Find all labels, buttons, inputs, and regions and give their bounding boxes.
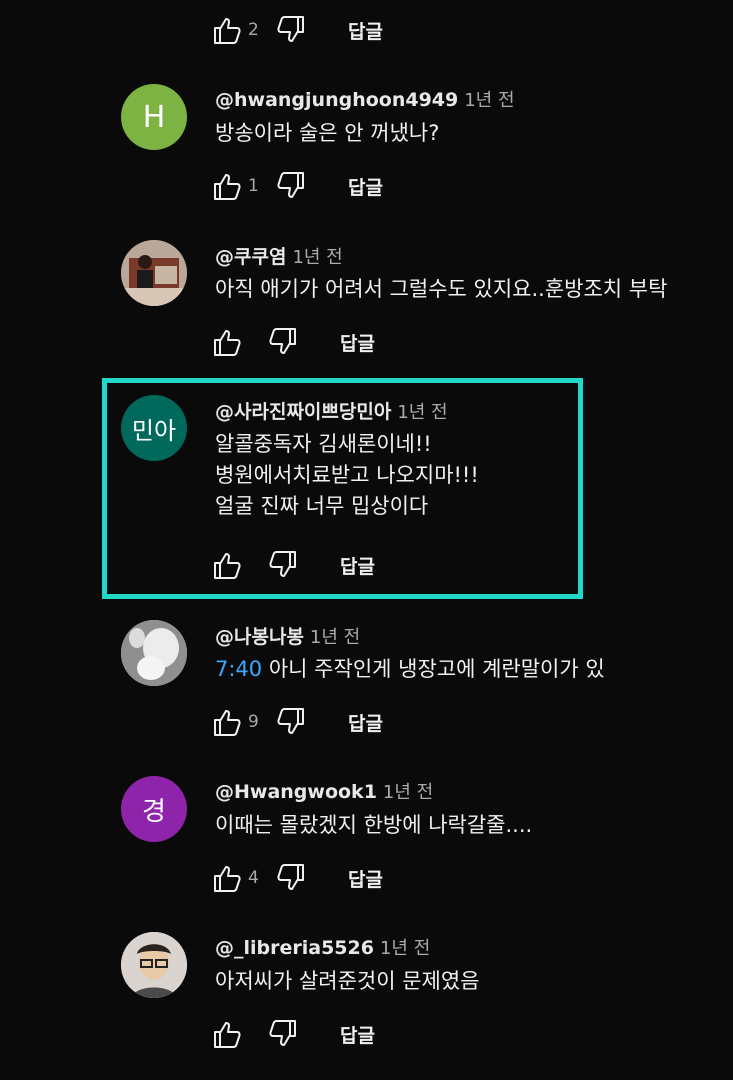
thumbs-down-icon[interactable] — [266, 326, 298, 358]
comment-text: 7:40 아니 주작인게 냉장고에 계란말이가 있 — [215, 654, 645, 685]
thumbs-up-icon[interactable] — [212, 706, 244, 738]
comment-actions: 답글 — [212, 549, 375, 581]
reply-button[interactable]: 답글 — [340, 1021, 375, 1048]
comment-actions: 답글 — [212, 326, 375, 358]
thumbs-down-icon[interactable] — [274, 706, 306, 738]
avatar[interactable] — [121, 240, 187, 306]
comment-line: 얼굴 진짜 너무 밉상이다 — [215, 494, 429, 518]
comment-actions: 1 답글 — [212, 170, 383, 202]
reply-button[interactable]: 답글 — [348, 17, 383, 44]
comment-actions: 9 답글 — [212, 706, 383, 738]
avatar[interactable]: H — [121, 84, 187, 150]
avatar[interactable] — [121, 932, 187, 998]
thumbs-up-icon[interactable] — [212, 326, 244, 358]
thumbs-up-icon[interactable] — [212, 862, 244, 894]
thumbs-up-icon[interactable] — [212, 170, 244, 202]
comment-actions: 답글 — [212, 1018, 375, 1050]
comment-time[interactable]: 1년 전 — [464, 90, 514, 111]
thumbs-down-icon[interactable] — [274, 170, 306, 202]
avatar[interactable]: 민아 — [121, 395, 187, 461]
avatar-initial: H — [142, 99, 166, 135]
avatar[interactable] — [121, 620, 187, 686]
thumbs-up-icon[interactable] — [212, 1018, 244, 1050]
comment-actions: 2 답글 — [212, 14, 383, 46]
reply-button[interactable]: 답글 — [348, 709, 383, 736]
like-count: 9 — [248, 712, 259, 732]
comment-author[interactable]: @hwangjunghoon4949 — [215, 89, 458, 111]
comment-line: 알콜중독자 김새론이네!! — [215, 432, 432, 456]
avatar[interactable]: 경 — [121, 776, 187, 842]
comment-text: 알콜중독자 김새론이네!! 병원에서치료받고 나오지마!!! 얼굴 진짜 너무 … — [215, 429, 479, 522]
thumbs-down-icon[interactable] — [266, 549, 298, 581]
reply-button[interactable]: 답글 — [348, 865, 383, 892]
comment-time[interactable]: 1년 전 — [380, 938, 430, 959]
comment-line: 방송이라 술은 안 꺼냈나? — [215, 121, 440, 145]
comment-text: 아직 애기가 어려서 그럴수도 있지요..훈방조치 부탁 — [215, 274, 733, 305]
thumbs-down-icon[interactable] — [274, 862, 306, 894]
like-count: 2 — [248, 20, 259, 40]
comment-actions: 4 답글 — [212, 862, 383, 894]
comment-time[interactable]: 1년 전 — [383, 782, 433, 803]
comment-time[interactable]: 1년 전 — [292, 247, 342, 268]
reply-button[interactable]: 답글 — [340, 552, 375, 579]
like-count: 4 — [248, 868, 259, 888]
thumbs-up-icon[interactable] — [212, 549, 244, 581]
like-count: 1 — [248, 176, 259, 196]
comment-author[interactable]: @_libreria5526 — [215, 937, 374, 959]
comment-text: 이때는 몰랐겠지 한방에 나락갈줄.... — [215, 810, 532, 841]
comment-text: 아저씨가 살려준것이 문제였음 — [215, 966, 480, 997]
comment-text: 방송이라 술은 안 꺼냈나? — [215, 118, 439, 149]
comment-time[interactable]: 1년 전 — [310, 627, 360, 648]
avatar-initial: 민아 — [131, 416, 177, 445]
comment-line: 아저씨가 살려준것이 문제였음 — [215, 969, 480, 993]
thumbs-down-icon[interactable] — [266, 1018, 298, 1050]
comment-line: 아니 주작인게 냉장고에 계란말이가 있 — [268, 657, 605, 681]
comment-line: 아직 애기가 어려서 그럴수도 있지요..훈방조치 부탁 — [215, 277, 668, 301]
timestamp-link[interactable]: 7:40 — [215, 657, 262, 681]
thumbs-down-icon[interactable] — [274, 14, 306, 46]
avatar-initial: 경 — [142, 796, 166, 827]
reply-button[interactable]: 답글 — [348, 173, 383, 200]
comment-author[interactable]: @나봉나봉 — [215, 626, 304, 648]
reply-button[interactable]: 답글 — [340, 329, 375, 356]
comment-line: 이때는 몰랐겠지 한방에 나락갈줄.... — [215, 813, 533, 837]
comment-time[interactable]: 1년 전 — [397, 402, 447, 423]
comment-line: 병원에서치료받고 나오지마!!! — [215, 463, 479, 487]
thumbs-up-icon[interactable] — [212, 14, 244, 46]
comment-author[interactable]: @쿠쿠염 — [215, 246, 286, 268]
comment-author[interactable]: @Hwangwook1 — [215, 781, 377, 803]
comment-author[interactable]: @사라진짜이쁘당민아 — [215, 401, 391, 423]
